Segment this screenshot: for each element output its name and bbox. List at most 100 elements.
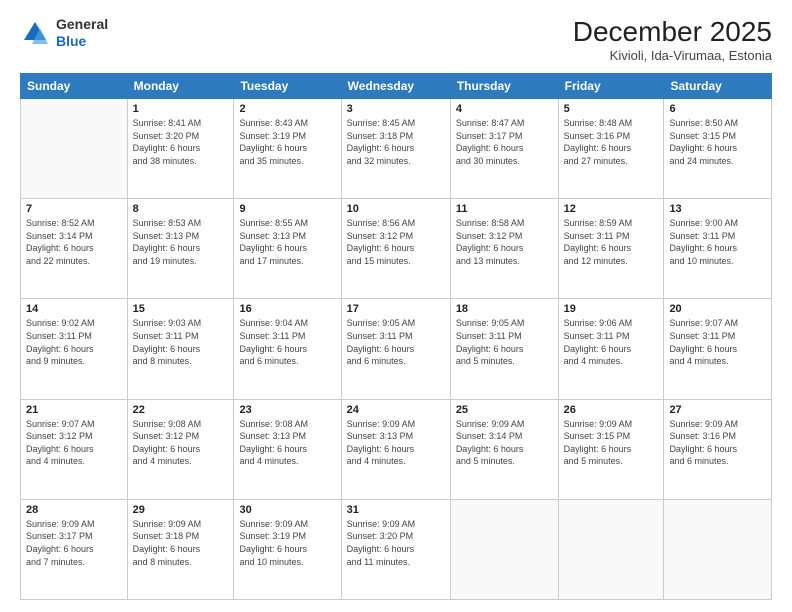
- day-cell: 2 Sunrise: 8:43 AM Sunset: 3:19 PM Daylig…: [234, 99, 341, 199]
- day-number: 23: [239, 404, 335, 416]
- logo-icon: [20, 18, 50, 48]
- day-number: 14: [26, 303, 122, 315]
- day-info: Sunrise: 8:55 AM Sunset: 3:13 PM Dayligh…: [239, 217, 335, 267]
- day-cell: 15 Sunrise: 9:03 AM Sunset: 3:11 PM Dayli…: [127, 299, 234, 399]
- day-cell: 14 Sunrise: 9:02 AM Sunset: 3:11 PM Dayli…: [21, 299, 128, 399]
- header-cell-monday: Monday: [127, 74, 234, 99]
- day-number: 28: [26, 504, 122, 516]
- day-info: Sunrise: 9:09 AM Sunset: 3:18 PM Dayligh…: [133, 518, 229, 568]
- day-cell: 1 Sunrise: 8:41 AM Sunset: 3:20 PM Daylig…: [127, 99, 234, 199]
- day-cell: 18Sunrise: 9:05 AM Sunset: 3:11 PM Dayli…: [450, 299, 558, 399]
- day-info: Sunrise: 8:48 AM Sunset: 3:16 PM Dayligh…: [564, 117, 659, 167]
- day-cell: 4 Sunrise: 8:47 AM Sunset: 3:17 PM Daylig…: [450, 99, 558, 199]
- day-info: Sunrise: 8:43 AM Sunset: 3:19 PM Dayligh…: [239, 117, 335, 167]
- day-cell: 22 Sunrise: 9:08 AM Sunset: 3:12 PM Dayli…: [127, 399, 234, 499]
- day-cell: 28 Sunrise: 9:09 AM Sunset: 3:17 PM Dayli…: [21, 499, 128, 599]
- header-cell-saturday: Saturday: [664, 74, 772, 99]
- day-cell: [21, 99, 128, 199]
- day-number: 20: [669, 303, 766, 315]
- day-info: Sunrise: 9:09 AM Sunset: 3:16 PM Dayligh…: [669, 418, 766, 468]
- day-info: Sunrise: 9:04 AM Sunset: 3:11 PM Dayligh…: [239, 317, 335, 367]
- day-cell: 26Sunrise: 9:09 AM Sunset: 3:15 PM Dayli…: [558, 399, 664, 499]
- day-info: Sunrise: 9:09 AM Sunset: 3:14 PM Dayligh…: [456, 418, 553, 468]
- day-cell: [558, 499, 664, 599]
- day-cell: [664, 499, 772, 599]
- day-info: Sunrise: 8:58 AM Sunset: 3:12 PM Dayligh…: [456, 217, 553, 267]
- day-info: Sunrise: 9:02 AM Sunset: 3:11 PM Dayligh…: [26, 317, 122, 367]
- day-number: 25: [456, 404, 553, 416]
- day-cell: 25 Sunrise: 9:09 AM Sunset: 3:14 PM Dayli…: [450, 399, 558, 499]
- day-info: Sunrise: 8:50 AM Sunset: 3:15 PM Dayligh…: [669, 117, 766, 167]
- day-info: Sunrise: 9:07 AM Sunset: 3:11 PM Dayligh…: [669, 317, 766, 367]
- calendar-body: 1 Sunrise: 8:41 AM Sunset: 3:20 PM Daylig…: [21, 99, 772, 600]
- logo-text: General Blue: [56, 16, 108, 50]
- day-number: 1: [133, 103, 229, 115]
- day-cell: 3Sunrise: 8:45 AM Sunset: 3:18 PM Daylig…: [341, 99, 450, 199]
- week-row-2: 14 Sunrise: 9:02 AM Sunset: 3:11 PM Dayli…: [21, 299, 772, 399]
- day-info: Sunrise: 9:07 AM Sunset: 3:12 PM Dayligh…: [26, 418, 122, 468]
- day-number: 13: [669, 203, 766, 215]
- page: General Blue December 2025 Kivioli, Ida-…: [0, 0, 792, 612]
- day-info: Sunrise: 9:03 AM Sunset: 3:11 PM Dayligh…: [133, 317, 229, 367]
- day-info: Sunrise: 9:00 AM Sunset: 3:11 PM Dayligh…: [669, 217, 766, 267]
- day-number: 4: [456, 103, 553, 115]
- header-cell-friday: Friday: [558, 74, 664, 99]
- header-cell-sunday: Sunday: [21, 74, 128, 99]
- day-cell: 5Sunrise: 8:48 AM Sunset: 3:16 PM Daylig…: [558, 99, 664, 199]
- title-block: December 2025 Kivioli, Ida-Virumaa, Esto…: [573, 16, 772, 63]
- day-cell: 9 Sunrise: 8:55 AM Sunset: 3:13 PM Daylig…: [234, 199, 341, 299]
- day-info: Sunrise: 9:09 AM Sunset: 3:20 PM Dayligh…: [347, 518, 445, 568]
- day-cell: 27 Sunrise: 9:09 AM Sunset: 3:16 PM Dayli…: [664, 399, 772, 499]
- day-number: 31: [347, 504, 445, 516]
- day-number: 2: [239, 103, 335, 115]
- day-number: 16: [239, 303, 335, 315]
- day-info: Sunrise: 9:09 AM Sunset: 3:19 PM Dayligh…: [239, 518, 335, 568]
- logo-blue: Blue: [56, 33, 86, 49]
- day-info: Sunrise: 8:41 AM Sunset: 3:20 PM Dayligh…: [133, 117, 229, 167]
- day-cell: 19Sunrise: 9:06 AM Sunset: 3:11 PM Dayli…: [558, 299, 664, 399]
- header-row: SundayMondayTuesdayWednesdayThursdayFrid…: [21, 74, 772, 99]
- day-info: Sunrise: 9:09 AM Sunset: 3:13 PM Dayligh…: [347, 418, 445, 468]
- day-info: Sunrise: 9:09 AM Sunset: 3:17 PM Dayligh…: [26, 518, 122, 568]
- day-info: Sunrise: 8:53 AM Sunset: 3:13 PM Dayligh…: [133, 217, 229, 267]
- day-number: 22: [133, 404, 229, 416]
- day-cell: 12 Sunrise: 8:59 AM Sunset: 3:11 PM Dayli…: [558, 199, 664, 299]
- calendar-subtitle: Kivioli, Ida-Virumaa, Estonia: [573, 48, 772, 63]
- day-cell: 16 Sunrise: 9:04 AM Sunset: 3:11 PM Dayli…: [234, 299, 341, 399]
- logo-general: General: [56, 16, 108, 32]
- day-cell: 7 Sunrise: 8:52 AM Sunset: 3:14 PM Daylig…: [21, 199, 128, 299]
- day-number: 15: [133, 303, 229, 315]
- day-info: Sunrise: 9:09 AM Sunset: 3:15 PM Dayligh…: [564, 418, 659, 468]
- day-number: 6: [669, 103, 766, 115]
- day-number: 18: [456, 303, 553, 315]
- day-number: 24: [347, 404, 445, 416]
- week-row-3: 21Sunrise: 9:07 AM Sunset: 3:12 PM Dayli…: [21, 399, 772, 499]
- day-info: Sunrise: 8:59 AM Sunset: 3:11 PM Dayligh…: [564, 217, 659, 267]
- header: General Blue December 2025 Kivioli, Ida-…: [20, 16, 772, 63]
- day-cell: 13 Sunrise: 9:00 AM Sunset: 3:11 PM Dayli…: [664, 199, 772, 299]
- week-row-0: 1 Sunrise: 8:41 AM Sunset: 3:20 PM Daylig…: [21, 99, 772, 199]
- day-number: 30: [239, 504, 335, 516]
- day-info: Sunrise: 8:47 AM Sunset: 3:17 PM Dayligh…: [456, 117, 553, 167]
- day-info: Sunrise: 8:45 AM Sunset: 3:18 PM Dayligh…: [347, 117, 445, 167]
- day-cell: 17Sunrise: 9:05 AM Sunset: 3:11 PM Dayli…: [341, 299, 450, 399]
- day-number: 7: [26, 203, 122, 215]
- day-number: 19: [564, 303, 659, 315]
- day-cell: 8 Sunrise: 8:53 AM Sunset: 3:13 PM Daylig…: [127, 199, 234, 299]
- day-info: Sunrise: 8:56 AM Sunset: 3:12 PM Dayligh…: [347, 217, 445, 267]
- day-info: Sunrise: 9:08 AM Sunset: 3:12 PM Dayligh…: [133, 418, 229, 468]
- calendar-table: SundayMondayTuesdayWednesdayThursdayFrid…: [20, 73, 772, 600]
- day-cell: 10Sunrise: 8:56 AM Sunset: 3:12 PM Dayli…: [341, 199, 450, 299]
- day-cell: [450, 499, 558, 599]
- day-info: Sunrise: 8:52 AM Sunset: 3:14 PM Dayligh…: [26, 217, 122, 267]
- day-number: 27: [669, 404, 766, 416]
- day-number: 8: [133, 203, 229, 215]
- day-info: Sunrise: 9:05 AM Sunset: 3:11 PM Dayligh…: [347, 317, 445, 367]
- day-number: 9: [239, 203, 335, 215]
- calendar-header: SundayMondayTuesdayWednesdayThursdayFrid…: [21, 74, 772, 99]
- day-number: 29: [133, 504, 229, 516]
- day-info: Sunrise: 9:08 AM Sunset: 3:13 PM Dayligh…: [239, 418, 335, 468]
- header-cell-tuesday: Tuesday: [234, 74, 341, 99]
- day-number: 12: [564, 203, 659, 215]
- header-cell-thursday: Thursday: [450, 74, 558, 99]
